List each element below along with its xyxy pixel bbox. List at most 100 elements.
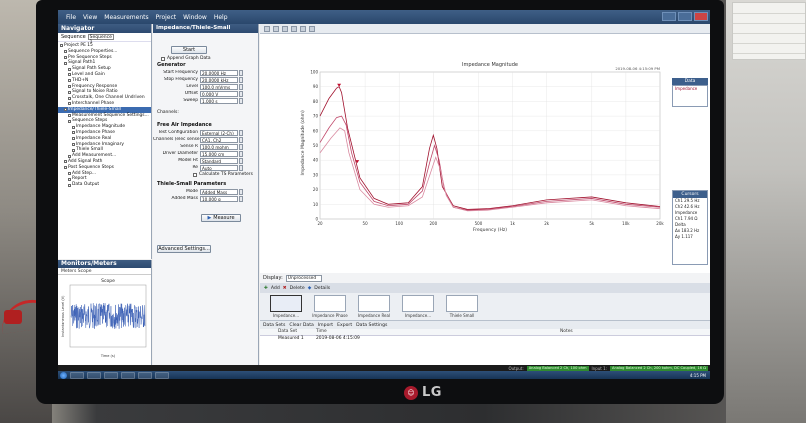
- spinner-icon[interactable]: [239, 69, 243, 76]
- settings-icon[interactable]: [300, 25, 306, 32]
- measure-button[interactable]: ▶ Measure: [201, 214, 241, 222]
- field-value[interactable]: Added Mass: [200, 188, 238, 195]
- monitors-pane: Monitors/Meters Meters Scope Scope Insta…: [58, 260, 152, 365]
- col-data-set: Data Set: [278, 329, 298, 334]
- table-row[interactable]: Measured 1 2019-08-06 4:15:09: [260, 336, 710, 343]
- spinner-icon[interactable]: [239, 129, 243, 136]
- field-value[interactable]: CA1, Ch2: [200, 136, 238, 143]
- delete-icon[interactable]: ✖: [283, 286, 287, 291]
- spinner-icon[interactable]: [239, 157, 243, 164]
- taskbar-folder-icon[interactable]: [87, 371, 101, 379]
- menu-item-view[interactable]: View: [83, 14, 97, 21]
- start-button[interactable]: Start: [171, 46, 207, 54]
- spinner-icon[interactable]: [239, 150, 243, 157]
- field-value[interactable]: 0.000 V: [200, 90, 238, 97]
- data-set-time: 2019-08-06 4:15:09: [316, 336, 360, 341]
- spinner-icon[interactable]: [239, 164, 243, 171]
- spinner-icon[interactable]: [239, 188, 243, 195]
- menu-item-project[interactable]: Project: [156, 14, 177, 21]
- field-label: Added Mass: [171, 196, 198, 201]
- field-label: Driver Diameter: [162, 151, 198, 156]
- thumbnail[interactable]: Impedance...: [398, 295, 438, 318]
- field-row: Model Fit Standard: [153, 157, 258, 164]
- data-sets-rows: Measured 1 2019-08-06 4:15:09: [260, 336, 710, 343]
- tree-item[interactable]: Data Output: [58, 182, 151, 188]
- dataset-tool-3[interactable]: Export: [337, 323, 352, 328]
- field-value[interactable]: External (2-Ch): [200, 129, 238, 136]
- spinner-icon[interactable]: [239, 97, 243, 104]
- spinner-icon[interactable]: [239, 76, 243, 83]
- y-tick-label: 60: [313, 128, 319, 133]
- y-tick-label: 20: [313, 187, 319, 192]
- field-value[interactable]: 100.0 mohm: [200, 143, 238, 150]
- field-row: Stop Frequency 20.0000 kHz: [153, 76, 258, 83]
- thumbnail-preview: [402, 295, 434, 312]
- thumbnail[interactable]: Impedance...: [266, 295, 306, 318]
- add-icon[interactable]: ✚: [264, 286, 268, 291]
- menu-item-measurements[interactable]: Measurements: [104, 14, 148, 21]
- copy-icon[interactable]: [309, 25, 315, 32]
- spinner-icon[interactable]: [239, 136, 243, 143]
- field-value[interactable]: 20.0000 kHz: [200, 76, 238, 83]
- spinner-icon[interactable]: [239, 90, 243, 97]
- y-tick-label: 100: [310, 70, 318, 75]
- taskbar-chrome-icon[interactable]: [138, 371, 152, 379]
- input-status[interactable]: Analog Balanced 2 Ch, 200 kohm, DC Coupl…: [610, 365, 708, 371]
- field-value[interactable]: Standard: [200, 157, 238, 164]
- display-select[interactable]: Unprocessed: [285, 274, 322, 282]
- delete-button[interactable]: Delete: [290, 286, 305, 291]
- field-value[interactable]: 10.000 g: [200, 195, 238, 202]
- field-value[interactable]: Auto: [200, 164, 238, 171]
- details-icon[interactable]: ◆: [308, 286, 312, 291]
- taskbar-ap-icon[interactable]: [155, 371, 169, 379]
- legend-item[interactable]: Impedance: [673, 86, 707, 92]
- append-checkbox[interactable]: [161, 56, 165, 61]
- monitor-tabs[interactable]: Meters Scope: [58, 268, 151, 275]
- field-value[interactable]: 100.0 mVrms: [200, 83, 238, 90]
- y-tick-label: 40: [313, 158, 319, 163]
- legend-head: Data: [672, 78, 708, 85]
- cursor-list: Ch1 29.5 Hz Ch2 42.6 Hz Impedance Ch1 7.94 …: [673, 198, 707, 240]
- thiele-fields: Mode Added Mass Added Mass 10.000 g: [153, 188, 258, 202]
- field-value[interactable]: 15.000 cm: [200, 150, 238, 157]
- maximize-icon[interactable]: [678, 12, 692, 21]
- data-legend: Data Impedance: [672, 78, 708, 138]
- scope-title: Scope: [101, 278, 115, 284]
- thumbnail[interactable]: Thiele Small: [442, 295, 482, 318]
- dataset-tool-0[interactable]: Data Sets: [263, 323, 285, 328]
- spinner-icon[interactable]: [239, 195, 243, 202]
- close-icon[interactable]: [694, 12, 708, 21]
- advanced-settings-button[interactable]: Advanced Settings...: [157, 245, 211, 253]
- scale-icon[interactable]: [291, 25, 297, 32]
- calc-ts-checkbox[interactable]: [193, 172, 197, 177]
- clock: 4:15 PM: [689, 372, 706, 378]
- menu-item-help[interactable]: Help: [214, 14, 228, 21]
- thumbnail[interactable]: Impedance Real: [354, 295, 394, 318]
- pan-icon[interactable]: [273, 25, 279, 32]
- tree-node-icon: [64, 108, 67, 112]
- add-button[interactable]: Add: [271, 286, 280, 291]
- thumbnail[interactable]: Impedance Phase: [310, 295, 350, 318]
- taskbar-media-icon[interactable]: [104, 371, 118, 379]
- dataset-tool-2[interactable]: Import: [318, 323, 333, 328]
- dataset-tool-4[interactable]: Data Settings: [356, 323, 387, 328]
- sequence-select[interactable]: Sequence 1: [87, 34, 114, 45]
- start-orb-icon[interactable]: [60, 371, 67, 379]
- cursor-icon[interactable]: [282, 25, 288, 32]
- taskbar-app-icon[interactable]: [121, 371, 135, 379]
- scope-x-label: Time (s): [100, 354, 116, 358]
- taskbar-ie-icon[interactable]: [70, 371, 84, 379]
- field-value[interactable]: 20.0000 Hz: [200, 69, 238, 76]
- minimize-icon[interactable]: [662, 12, 676, 21]
- thiele-title: Thiele-Small Parameters: [157, 181, 227, 187]
- field-value[interactable]: 1.000 s: [200, 97, 238, 104]
- menu-item-window[interactable]: Window: [183, 14, 207, 21]
- tree-node-icon: [64, 160, 67, 164]
- spinner-icon[interactable]: [239, 83, 243, 90]
- spinner-icon[interactable]: [239, 143, 243, 150]
- output-status[interactable]: Analog Balanced 2 Ch, 100 ohm: [526, 365, 589, 371]
- dataset-tool-1[interactable]: Clear Data: [289, 323, 313, 328]
- menu-item-file[interactable]: File: [66, 14, 76, 21]
- zoom-icon[interactable]: [264, 25, 270, 32]
- details-button[interactable]: Details: [314, 286, 330, 291]
